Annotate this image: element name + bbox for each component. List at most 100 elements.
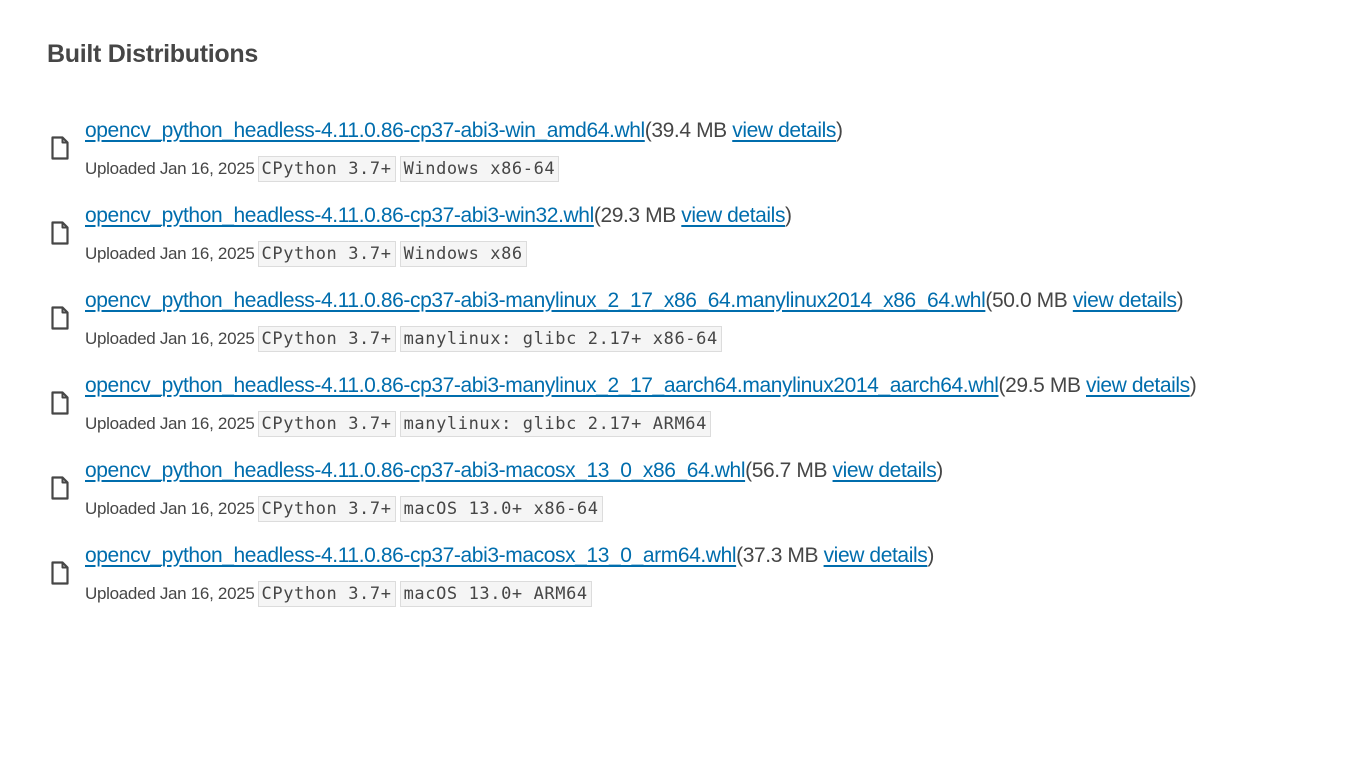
uploaded-prefix: Uploaded: [85, 244, 156, 263]
file-icon-graphic: [51, 391, 69, 415]
file-tag: manylinux: glibc 2.17+ ARM64: [399, 411, 711, 437]
view-details-link[interactable]: view details: [1073, 289, 1177, 312]
file-tag: manylinux: glibc 2.17+ x86-64: [399, 326, 722, 352]
upload-date: Uploaded Jan 16, 2025: [85, 411, 255, 437]
view-details-link[interactable]: view details: [732, 119, 836, 142]
file-size: 56.7 MB: [751, 459, 828, 482]
file-download-link[interactable]: opencv_python_headless-4.11.0.86-cp37-ab…: [85, 374, 999, 397]
file-body: opencv_python_headless-4.11.0.86-cp37-ab…: [85, 539, 1215, 607]
close-paren: ): [835, 119, 843, 142]
file-icon: [47, 561, 85, 585]
upload-date: Uploaded Jan 16, 2025: [85, 156, 255, 182]
file-meta: Uploaded Jan 16, 2025 CPython 3.7+ manyli…: [85, 326, 1215, 352]
file-tags: CPython 3.7+ manylinux: glibc 2.17+ x86-6…: [257, 326, 726, 352]
open-paren: (: [736, 544, 743, 567]
file-icon: [47, 306, 85, 330]
file-icon-graphic: [51, 221, 69, 245]
file-size: 50.0 MB: [991, 289, 1068, 312]
file-tag: macOS 13.0+ ARM64: [399, 581, 592, 607]
file-meta: Uploaded Jan 16, 2025 CPython 3.7+ macOS …: [85, 581, 1215, 607]
file-tags: CPython 3.7+ Windows x86-64: [257, 156, 564, 182]
file-download-link[interactable]: opencv_python_headless-4.11.0.86-cp37-ab…: [85, 119, 645, 142]
file-line: opencv_python_headless-4.11.0.86-cp37-ab…: [85, 284, 1215, 318]
file-tag: CPython 3.7+: [257, 156, 396, 182]
file-icon-graphic: [51, 561, 69, 585]
view-details-link[interactable]: view details: [833, 459, 937, 482]
uploaded-prefix: Uploaded: [85, 159, 156, 178]
view-details-link[interactable]: view details: [1086, 374, 1190, 397]
uploaded-prefix: Uploaded: [85, 329, 156, 348]
view-details-link[interactable]: view details: [824, 544, 928, 567]
file-icon: [47, 136, 85, 160]
close-paren: ): [785, 204, 792, 227]
upload-date: Uploaded Jan 16, 2025: [85, 496, 255, 522]
file-download-link[interactable]: opencv_python_headless-4.11.0.86-cp37-ab…: [85, 289, 986, 312]
file-tag: CPython 3.7+: [257, 326, 396, 352]
file-line: opencv_python_headless-4.11.0.86-cp37-ab…: [85, 454, 1215, 488]
file-meta: Uploaded Jan 16, 2025 CPython 3.7+ Window…: [85, 241, 1215, 267]
file-line: opencv_python_headless-4.11.0.86-cp37-ab…: [85, 114, 1215, 148]
file-download-link[interactable]: opencv_python_headless-4.11.0.86-cp37-ab…: [85, 544, 737, 567]
open-paren: (: [745, 459, 752, 482]
file-meta: Uploaded Jan 16, 2025 CPython 3.7+ macOS …: [85, 496, 1215, 522]
file-tag: CPython 3.7+: [257, 496, 396, 522]
view-details-link[interactable]: view details: [681, 204, 785, 227]
file-size: 37.3 MB: [742, 544, 819, 567]
uploaded-prefix: Uploaded: [85, 499, 156, 518]
file-body: opencv_python_headless-4.11.0.86-cp37-ab…: [85, 284, 1215, 352]
file-tag: Windows x86-64: [399, 156, 560, 182]
close-paren: ): [1176, 289, 1184, 312]
file-download-link[interactable]: opencv_python_headless-4.11.0.86-cp37-ab…: [85, 459, 745, 482]
file-meta: Uploaded Jan 16, 2025 CPython 3.7+ manyli…: [85, 411, 1215, 437]
file-entry: opencv_python_headless-4.11.0.86-cp37-ab…: [47, 284, 1351, 352]
file-list: opencv_python_headless-4.11.0.86-cp37-ab…: [47, 114, 1351, 607]
upload-date-value: Jan 16, 2025: [159, 499, 255, 518]
file-tag: CPython 3.7+: [257, 581, 396, 607]
file-line: opencv_python_headless-4.11.0.86-cp37-ab…: [85, 199, 1215, 233]
upload-date-value: Jan 16, 2025: [159, 584, 255, 603]
upload-date-value: Jan 16, 2025: [159, 329, 255, 348]
file-icon-graphic: [51, 136, 69, 160]
file-tag: macOS 13.0+ x86-64: [399, 496, 603, 522]
file-tags: CPython 3.7+ macOS 13.0+ ARM64: [257, 581, 596, 607]
file-line: opencv_python_headless-4.11.0.86-cp37-ab…: [85, 539, 1215, 573]
file-tags: CPython 3.7+ manylinux: glibc 2.17+ ARM64: [257, 411, 715, 437]
close-paren: ): [1189, 374, 1197, 397]
built-distributions-section: Built Distributions opencv_python_headle…: [0, 0, 1351, 607]
file-body: opencv_python_headless-4.11.0.86-cp37-ab…: [85, 369, 1215, 437]
file-icon-graphic: [51, 476, 69, 500]
file-entry: opencv_python_headless-4.11.0.86-cp37-ab…: [47, 199, 1351, 267]
file-entry: opencv_python_headless-4.11.0.86-cp37-ab…: [47, 454, 1351, 522]
file-size: 29.3 MB: [600, 204, 676, 227]
section-title: Built Distributions: [47, 40, 258, 68]
uploaded-prefix: Uploaded: [85, 584, 156, 603]
file-body: opencv_python_headless-4.11.0.86-cp37-ab…: [85, 114, 1215, 182]
file-entry: opencv_python_headless-4.11.0.86-cp37-ab…: [47, 539, 1351, 607]
file-size: 39.4 MB: [651, 119, 727, 142]
file-tag: CPython 3.7+: [257, 241, 396, 267]
file-entry: opencv_python_headless-4.11.0.86-cp37-ab…: [47, 114, 1351, 182]
upload-date-value: Jan 16, 2025: [159, 244, 255, 263]
file-icon: [47, 476, 85, 500]
upload-date: Uploaded Jan 16, 2025: [85, 581, 255, 607]
upload-date-value: Jan 16, 2025: [159, 159, 255, 178]
close-paren: ): [927, 544, 934, 567]
file-tags: CPython 3.7+ macOS 13.0+ x86-64: [257, 496, 607, 522]
file-icon: [47, 221, 85, 245]
file-tag: CPython 3.7+: [257, 411, 396, 437]
file-download-link[interactable]: opencv_python_headless-4.11.0.86-cp37-ab…: [85, 204, 594, 227]
file-body: opencv_python_headless-4.11.0.86-cp37-ab…: [85, 454, 1215, 522]
close-paren: ): [936, 459, 943, 482]
file-line: opencv_python_headless-4.11.0.86-cp37-ab…: [85, 369, 1215, 403]
file-entry: opencv_python_headless-4.11.0.86-cp37-ab…: [47, 369, 1351, 437]
upload-date: Uploaded Jan 16, 2025: [85, 326, 255, 352]
file-body: opencv_python_headless-4.11.0.86-cp37-ab…: [85, 199, 1215, 267]
upload-date: Uploaded Jan 16, 2025: [85, 241, 255, 267]
file-size: 29.5 MB: [1005, 374, 1081, 397]
file-tag: Windows x86: [399, 241, 527, 267]
file-icon: [47, 391, 85, 415]
file-tags: CPython 3.7+ Windows x86: [257, 241, 531, 267]
open-paren: (: [985, 289, 992, 312]
uploaded-prefix: Uploaded: [85, 414, 156, 433]
file-icon-graphic: [51, 306, 69, 330]
